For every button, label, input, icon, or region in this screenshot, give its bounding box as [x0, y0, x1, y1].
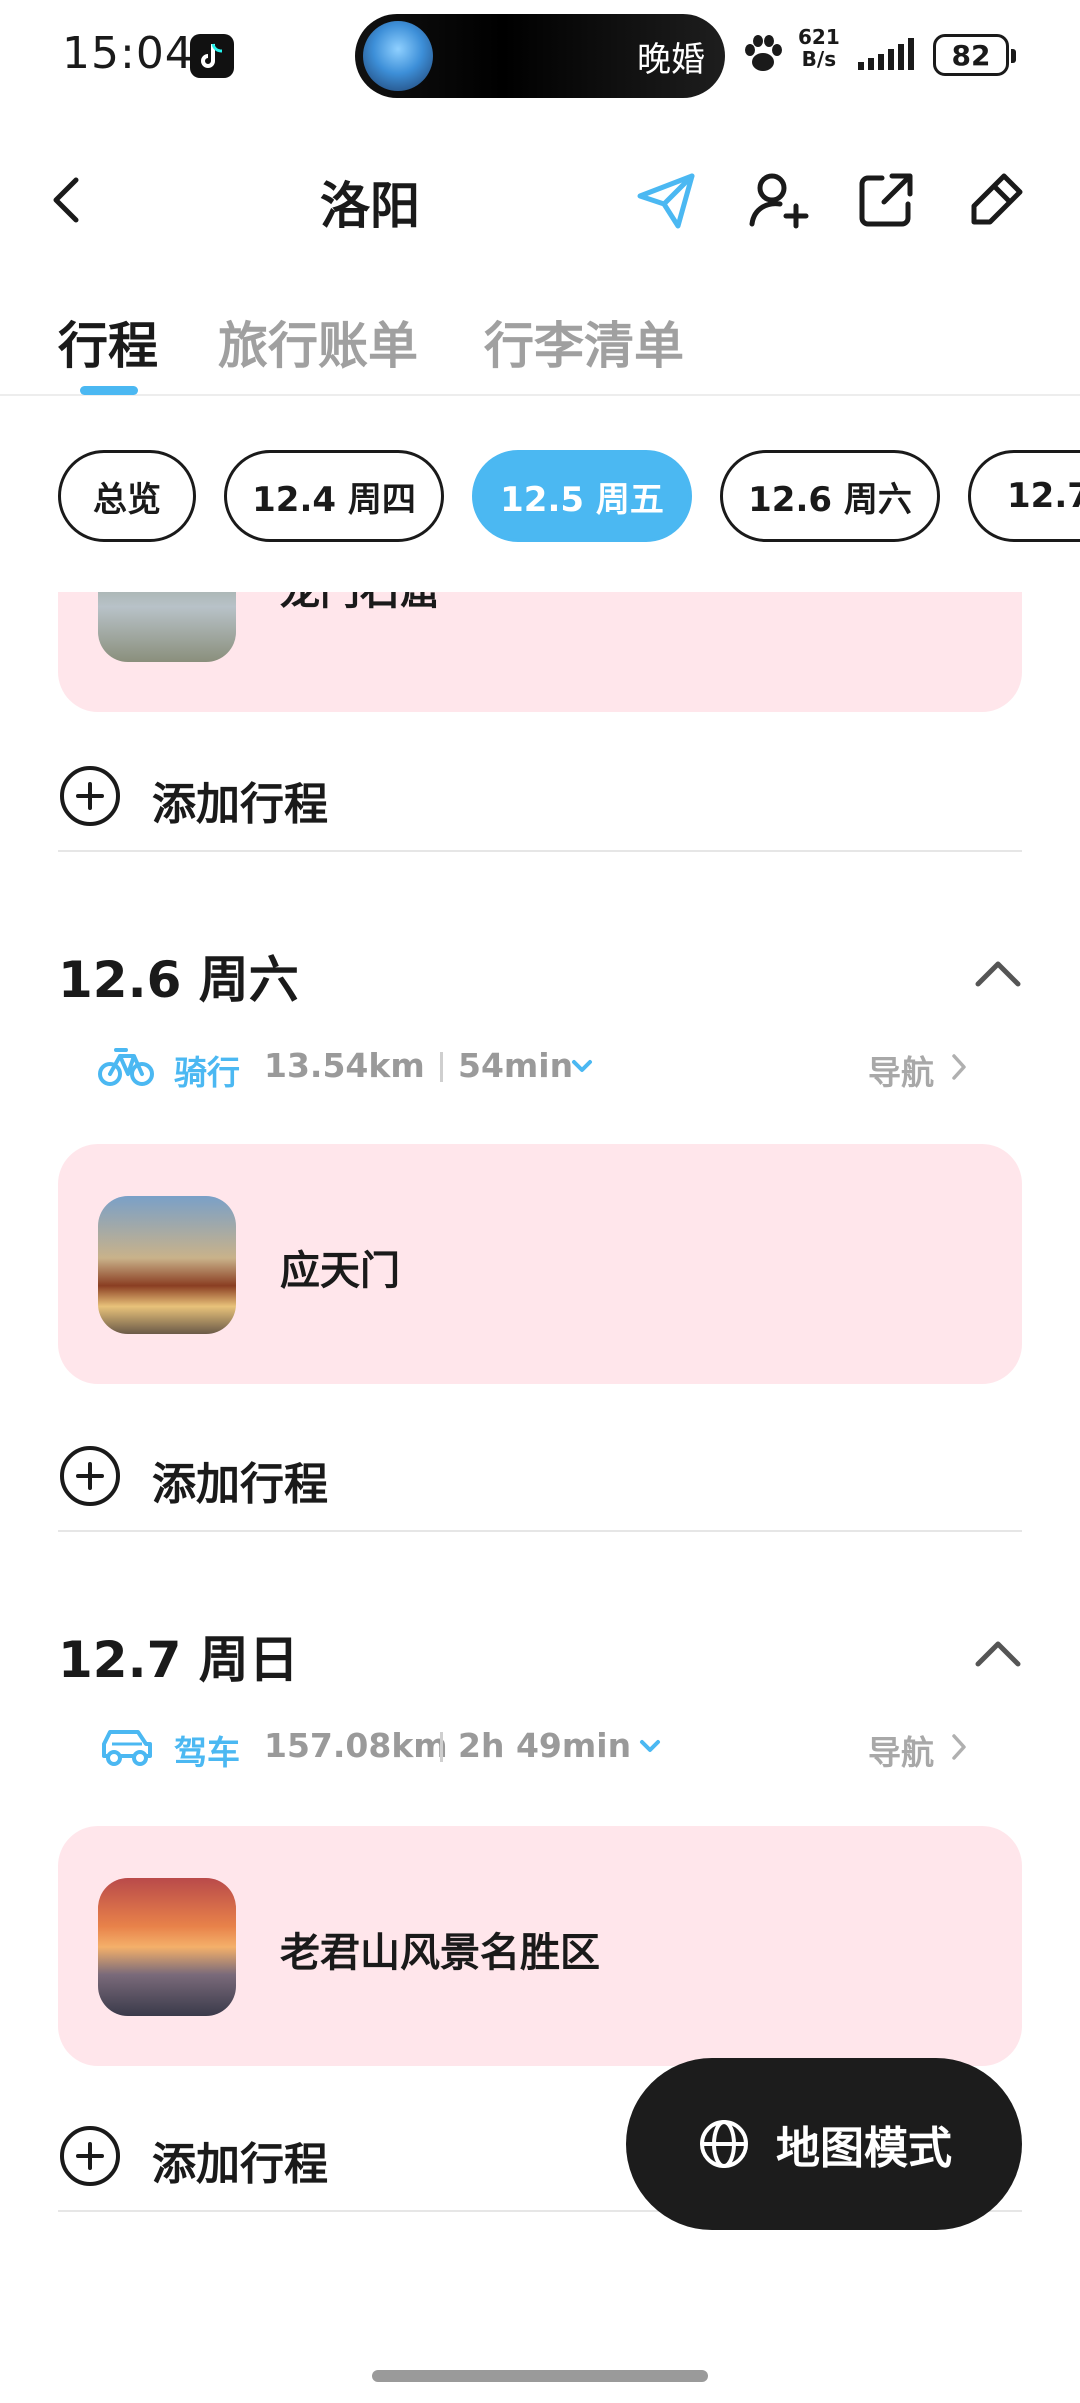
day-header: 12.7 周日 [58, 1612, 1022, 1692]
add-itinerary-row[interactable]: 添加行程 [58, 1422, 1022, 1532]
navigate-link[interactable]: 导航 [868, 1046, 934, 1094]
chevron-down-icon[interactable] [636, 1732, 664, 1760]
day-header: 12.6 周六 [58, 932, 1022, 1012]
status-bar: 15:04 晚婚 621 B/s 82 [0, 0, 1080, 110]
chip-day-12-5[interactable]: 12.5 周五 [472, 450, 692, 542]
car-icon [102, 1730, 152, 1766]
place-name: 老君山风景名胜区 [280, 1930, 600, 1976]
route-mode: 驾车 [174, 1733, 240, 1772]
add-itinerary-row[interactable]: 添加行程 [58, 742, 1022, 852]
dynamic-island[interactable]: 晚婚 [355, 14, 725, 98]
route-distance: 157.08km [264, 1726, 448, 1765]
island-avatar [363, 21, 433, 91]
place-card[interactable]: 老君山风景名胜区 [58, 1826, 1022, 2066]
tab-travel-bill[interactable]: 旅行账单 [218, 306, 418, 378]
edit-icon[interactable] [964, 168, 1028, 232]
share-icon[interactable] [854, 168, 918, 232]
route-separator [440, 1732, 443, 1762]
route-distance: 13.54km [264, 1046, 425, 1085]
place-name: 龙门石窟 [280, 592, 440, 616]
itinerary-list[interactable]: 龙门石窟 添加行程 12.6 周六 骑行 13.54km 54min 导航 [0, 592, 1080, 2292]
add-itinerary-label: 添加行程 [152, 779, 328, 830]
map-mode-label: 地图模式 [776, 2123, 952, 2174]
date-chip-row: 总览 12.4 周四 12.5 周五 12.6 周六 12.7 [0, 448, 1080, 544]
signal-icon [858, 38, 914, 70]
active-tab-indicator [80, 386, 138, 395]
route-duration: 54min [458, 1046, 574, 1085]
net-speed: 621 B/s [798, 26, 840, 70]
place-thumbnail [98, 592, 236, 662]
day-title: 12.6 周六 [58, 951, 299, 1009]
chevron-right-icon [952, 1734, 966, 1760]
add-circle-icon [60, 766, 120, 826]
net-speed-unit: B/s [801, 47, 837, 71]
chevron-right-icon [952, 1054, 966, 1080]
tiktok-icon [190, 34, 234, 78]
header: 洛阳 [0, 150, 1080, 250]
bicycle-icon [98, 1048, 154, 1086]
route-duration: 2h 49min [458, 1726, 632, 1765]
route-row[interactable]: 驾车 157.08km 2h 49min 导航 [98, 1718, 992, 1778]
chip-overview[interactable]: 总览 [58, 450, 196, 542]
route-separator [440, 1052, 443, 1082]
add-circle-icon [60, 1446, 120, 1506]
place-card-partial[interactable]: 龙门石窟 [58, 592, 1022, 712]
chip-day-12-4[interactable]: 12.4 周四 [224, 450, 444, 542]
battery-indicator: 82 [933, 34, 1016, 76]
tab-packing-list[interactable]: 行李清单 [484, 306, 684, 378]
add-itinerary-label: 添加行程 [152, 2139, 328, 2190]
chip-day-12-6[interactable]: 12.6 周六 [720, 450, 940, 542]
place-card[interactable]: 应天门 [58, 1144, 1022, 1384]
place-thumbnail [98, 1196, 236, 1334]
status-time: 15:04 [62, 28, 194, 79]
route-mode: 骑行 [174, 1053, 240, 1092]
place-thumbnail [98, 1878, 236, 2016]
send-icon[interactable] [634, 168, 698, 232]
chevron-up-icon[interactable] [974, 952, 1022, 992]
map-mode-button[interactable]: 地图模式 [626, 2058, 1022, 2230]
island-text: 晚婚 [637, 40, 705, 80]
add-itinerary-label: 添加行程 [152, 1459, 328, 1510]
paw-icon [745, 35, 782, 71]
place-name: 应天门 [280, 1248, 400, 1294]
add-person-icon[interactable] [746, 168, 810, 232]
day-title: 12.7 周日 [58, 1631, 299, 1689]
page-title: 洛阳 [320, 177, 420, 235]
add-circle-icon [60, 2126, 120, 2186]
home-indicator[interactable] [372, 2370, 708, 2382]
net-speed-value: 621 [798, 25, 840, 49]
tab-itinerary[interactable]: 行程 [58, 306, 158, 378]
chevron-down-icon[interactable] [568, 1052, 596, 1080]
chip-day-12-7[interactable]: 12.7 [968, 450, 1080, 542]
tab-bar: 行程 旅行账单 行李清单 [0, 300, 1080, 396]
route-row[interactable]: 骑行 13.54km 54min 导航 [98, 1038, 992, 1098]
globe-icon [700, 2120, 748, 2168]
navigate-link[interactable]: 导航 [868, 1726, 934, 1774]
chevron-up-icon[interactable] [974, 1632, 1022, 1672]
